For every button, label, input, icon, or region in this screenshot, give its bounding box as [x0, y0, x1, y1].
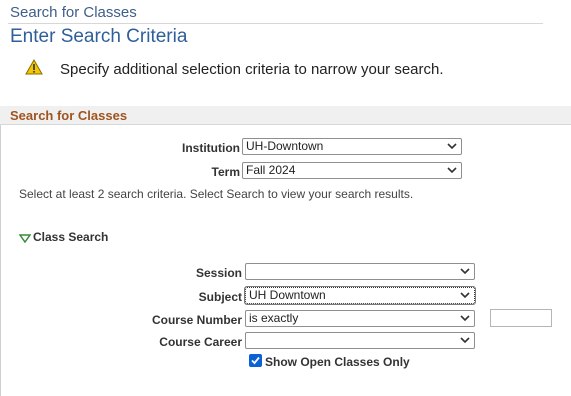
course-number-input[interactable] [490, 309, 552, 327]
search-instructions: Select at least 2 search criteria. Selec… [19, 187, 414, 201]
show-open-classes-checkbox[interactable] [249, 354, 262, 367]
session-label: Session [195, 266, 242, 280]
checkmark-icon [251, 356, 260, 365]
warning-icon [25, 59, 43, 75]
subject-value: UH Downtown [249, 288, 326, 302]
page-breadcrumb-title: Search for Classes [10, 4, 137, 21]
subject-label: Subject [198, 290, 242, 304]
chevron-down-icon [447, 143, 457, 150]
course-career-label: Course Career [159, 335, 242, 349]
chevron-down-icon [460, 337, 470, 344]
course-number-operator-value: is exactly [249, 311, 299, 325]
expand-triangle-icon[interactable] [19, 234, 31, 243]
chevron-down-icon [447, 167, 457, 174]
subject-select[interactable]: UH Downtown [244, 286, 476, 305]
section-title: Search for Classes [10, 108, 128, 123]
course-number-operator-select[interactable]: is exactly [245, 310, 475, 327]
institution-value: UH-Downtown [246, 139, 324, 153]
chevron-down-icon [460, 292, 470, 299]
session-select[interactable] [245, 263, 475, 280]
chevron-down-icon [460, 315, 470, 322]
header-divider [8, 23, 543, 24]
term-value: Fall 2024 [246, 163, 296, 177]
institution-label: Institution [182, 141, 240, 155]
show-open-classes-label[interactable]: Show Open Classes Only [265, 355, 410, 369]
term-select[interactable]: Fall 2024 [242, 162, 462, 179]
page-title: Enter Search Criteria [10, 26, 188, 47]
course-number-label: Course Number [151, 313, 242, 327]
course-career-select[interactable] [245, 332, 475, 349]
chevron-down-icon [460, 268, 470, 275]
institution-select[interactable]: UH-Downtown [242, 138, 462, 155]
class-search-toggle[interactable]: Class Search [33, 230, 108, 244]
term-label: Term [211, 165, 240, 179]
warning-message: Specify additional selection criteria to… [60, 61, 444, 78]
